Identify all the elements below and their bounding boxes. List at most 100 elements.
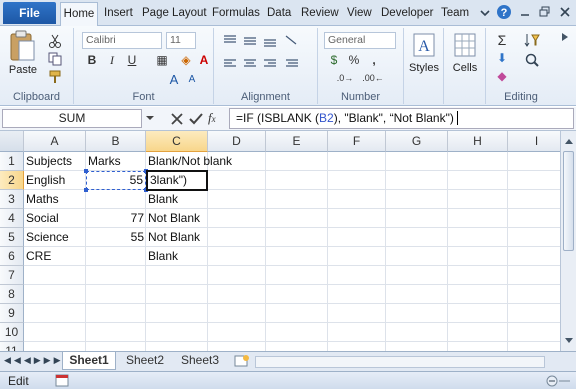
cells-group[interactable]: Cells [444,28,486,104]
scroll-up-icon[interactable] [564,137,574,145]
cell-a3[interactable]: Maths [24,190,86,209]
help-icon[interactable]: ? [496,4,512,20]
paste-icon[interactable] [8,30,36,62]
row-header-3[interactable]: 3 [0,190,24,209]
underline-icon[interactable]: U [124,52,140,68]
insert-function-icon[interactable]: fx [208,110,216,126]
cut-icon[interactable] [48,34,62,48]
cell-a4[interactable]: Social [24,209,86,228]
sheet-tab-2[interactable]: Sheet2 [120,352,170,370]
row-header-1[interactable]: 1 [0,152,24,171]
name-box[interactable]: SUM [2,109,142,128]
alignment-icons[interactable] [222,32,312,82]
decrease-decimal-icon[interactable]: .00← [360,70,386,86]
column-header-f[interactable]: F [328,131,386,152]
autosum-icon[interactable]: Σ [494,32,510,48]
tab-team[interactable]: Team [441,5,469,21]
cell-a6[interactable]: CRE [24,247,86,266]
number-format-dropdown[interactable]: General [324,32,396,49]
tab-review[interactable]: Review [301,5,339,21]
minimize-ribbon-icon[interactable] [478,6,492,20]
row-header-4[interactable]: 4 [0,209,24,228]
sheet-tab-3[interactable]: Sheet3 [174,352,226,370]
tab-view[interactable]: View [347,5,372,21]
ribbon-scroll-icon[interactable] [558,30,572,44]
cell-b4[interactable]: 77 [86,209,146,228]
styles-icon[interactable]: A [412,32,436,58]
sheet-tab-1[interactable]: Sheet1 [62,352,116,370]
fill-color-icon[interactable]: ◈ [178,52,194,68]
tab-developer[interactable]: Developer [381,5,433,21]
tab-insert[interactable]: Insert [104,5,133,21]
font-size-dropdown[interactable]: 11 [166,32,196,49]
column-header-c[interactable]: C [146,131,208,152]
worksheet-grid[interactable]: A B C D E F G H I 1 2 3 4 5 6 7 8 9 10 1… [0,131,576,351]
horizontal-scrollbar[interactable] [255,356,545,368]
row-header-8[interactable]: 8 [0,285,24,304]
window-close-icon[interactable] [558,5,572,19]
tab-page-layout[interactable]: Page Layout [142,5,207,21]
cancel-icon[interactable] [170,112,184,126]
styles-group[interactable]: A Styles [404,28,444,104]
fill-icon[interactable]: ⬇ [494,50,510,66]
cell-c5[interactable]: Not Blank [146,228,208,247]
grow-font-icon[interactable]: A [166,72,182,88]
column-header-e[interactable]: E [266,131,328,152]
insert-sheet-icon[interactable] [234,354,250,368]
cell-b2[interactable]: 55 [86,171,146,190]
scroll-down-icon[interactable] [564,337,574,345]
copy-icon[interactable] [48,52,62,66]
column-header-a[interactable]: A [24,131,86,152]
comma-style-icon[interactable]: , [366,52,382,68]
zoom-controls-icon[interactable] [546,375,570,387]
tab-data[interactable]: Data [267,5,291,21]
bold-icon[interactable]: B [84,52,100,68]
column-header-g[interactable]: G [386,131,448,152]
percent-icon[interactable]: % [346,52,362,68]
column-header-d[interactable]: D [208,131,266,152]
cell-a1[interactable]: Subjects [24,152,86,171]
tab-home[interactable]: Home [60,2,98,27]
cell-a5[interactable]: Science [24,228,86,247]
row-header-9[interactable]: 9 [0,304,24,323]
accounting-icon[interactable]: $ [326,52,342,68]
sort-filter-icon[interactable] [524,32,540,48]
font-color-icon[interactable]: A [196,52,212,68]
enter-icon[interactable] [189,112,203,126]
increase-decimal-icon[interactable]: .0→ [332,70,358,86]
find-select-icon[interactable] [524,52,540,68]
cells-icon[interactable] [453,32,477,58]
column-header-h[interactable]: H [448,131,508,152]
cell-b5[interactable]: 55 [86,228,146,247]
row-header-7[interactable]: 7 [0,266,24,285]
row-header-5[interactable]: 5 [0,228,24,247]
cell-c4[interactable]: Not Blank [146,209,208,228]
italic-icon[interactable]: I [104,52,120,68]
vertical-scroll-thumb[interactable] [563,151,574,251]
window-minimize-icon[interactable] [518,5,532,19]
select-all-corner[interactable] [0,131,24,152]
format-painter-icon[interactable] [48,70,62,84]
paste-button[interactable]: Paste [4,64,42,76]
formula-input[interactable]: =IF (ISBLANK (B2), "Blank", “Not Blank") [229,108,574,129]
cell-c2-active[interactable]: 3lank") [146,170,208,191]
cell-c3[interactable]: Blank [146,190,208,209]
window-restore-icon[interactable] [538,5,552,19]
borders-icon[interactable]: ▦ [154,52,170,68]
cell-c1[interactable]: Blank/Not blank [146,152,232,171]
clear-icon[interactable]: ◆ [494,68,510,84]
reference-handle-tl[interactable] [84,169,88,173]
row-header-2[interactable]: 2 [0,171,24,190]
name-box-dropdown-icon[interactable] [146,114,154,122]
row-header-11[interactable]: 11 [0,342,24,351]
column-header-i[interactable]: I [508,131,566,152]
font-name-dropdown[interactable]: Calibri [82,32,162,49]
shrink-font-icon[interactable]: A [184,72,200,88]
row-header-6[interactable]: 6 [0,247,24,266]
tab-formulas[interactable]: Formulas [212,5,260,21]
cell-c6[interactable]: Blank [146,247,208,266]
column-header-b[interactable]: B [86,131,146,152]
cell-a2[interactable]: English [24,171,86,190]
row-header-10[interactable]: 10 [0,323,24,342]
sheet-navigation-icons[interactable]: ◀◀◀▶▶▶ [4,355,64,366]
